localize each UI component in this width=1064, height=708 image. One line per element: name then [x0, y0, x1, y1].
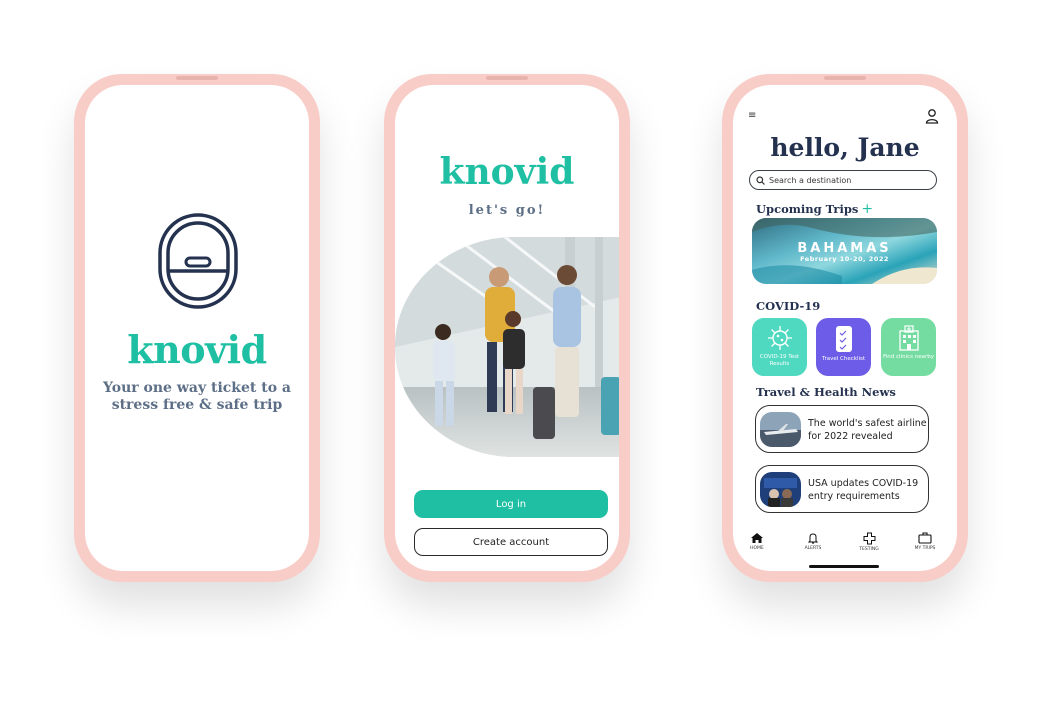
phone-splash: knovid Your one way ticket to a stress f… [74, 74, 320, 582]
splash-screen: knovid Your one way ticket to a stress f… [85, 85, 309, 571]
covid-section-title: COVID-19 [756, 299, 821, 313]
family-travel-illustration [395, 237, 619, 457]
tab-testing[interactable]: TESTING [853, 532, 885, 552]
create-account-button[interactable]: Create account [414, 528, 608, 556]
home-icon [751, 533, 763, 543]
news-section-title: Travel & Health News [756, 385, 896, 399]
upcoming-trips-header: Upcoming Trips + [756, 201, 873, 217]
phone-speaker [176, 76, 218, 80]
airport-photo [760, 472, 801, 507]
home-indicator[interactable] [809, 565, 879, 568]
welcome-subtitle: let's go! [468, 203, 546, 218]
airplane-window-icon [158, 213, 238, 309]
tile-label: Travel Checklist [821, 356, 866, 362]
travel-checklist-tile[interactable]: Travel Checklist [816, 318, 871, 376]
greeting-heading: hello, Jane [770, 133, 920, 162]
tile-label: Find clinics nearby [883, 354, 934, 360]
bottom-tab-bar: HOME ALERTS TESTING MY TRIPS [733, 529, 957, 569]
phone-welcome: knovid let's go! Log in Create account [384, 74, 630, 582]
tab-label: ALERTS [804, 546, 822, 551]
airplane-photo [760, 412, 801, 447]
tab-alerts[interactable]: ALERTS [797, 532, 829, 551]
search-input[interactable] [765, 175, 929, 185]
brand-logo-text: knovid [439, 151, 575, 193]
phone-home: ≡ hello, Jane Upcoming Trips+ BAHAMAS Fe… [722, 74, 968, 582]
tab-label: MY TRIPS [914, 546, 936, 551]
search-icon [756, 175, 765, 185]
user-profile-icon[interactable] [925, 108, 939, 124]
phone-speaker [824, 76, 866, 80]
login-button[interactable]: Log in [414, 490, 608, 518]
trip-dates: February 10-20, 2022 [800, 255, 889, 263]
tile-label: COVID-19 Test Results [759, 354, 800, 367]
medical-cross-icon [863, 532, 875, 545]
news-headline: USA updates COVID-19 entry requirements [808, 478, 919, 502]
home-screen: ≡ hello, Jane Upcoming Trips+ BAHAMAS Fe… [733, 85, 957, 571]
tab-label: HOME [750, 546, 764, 551]
tagline: Your one way ticket to a stress free & s… [103, 380, 291, 413]
search-bar[interactable] [749, 170, 937, 190]
phone-speaker [486, 76, 528, 80]
family-travel-photo [395, 237, 619, 457]
covid-tiles: COVID-19 Test Results Travel Checklist F… [752, 318, 942, 378]
brand-logo-text: knovid [127, 327, 267, 372]
airport-news-thumbnail [760, 472, 801, 507]
covid-test-results-tile[interactable]: COVID-19 Test Results [752, 318, 807, 376]
airplane-news-thumbnail [760, 412, 801, 447]
virus-icon [767, 326, 792, 350]
trip-destination: BAHAMAS [797, 241, 892, 256]
hamburger-menu-icon[interactable]: ≡ [748, 110, 756, 121]
tab-label: TESTING [859, 547, 879, 552]
suitcase-icon [918, 532, 932, 544]
news-card[interactable]: USA updates COVID-19 entry requirements [755, 465, 929, 513]
clinic-icon [898, 325, 919, 351]
checklist-icon [835, 326, 852, 352]
tab-home[interactable]: HOME [741, 532, 773, 551]
upcoming-trips-title: Upcoming Trips [756, 202, 859, 216]
welcome-screen: knovid let's go! Log in Create account [395, 85, 619, 571]
add-trip-button[interactable]: + [861, 201, 873, 217]
news-headline: The world's safest airline for 2022 reve… [808, 418, 927, 442]
find-clinics-tile[interactable]: Find clinics nearby [881, 318, 936, 376]
news-card[interactable]: The world's safest airline for 2022 reve… [755, 405, 929, 453]
tab-my-trips[interactable]: MY TRIPS [909, 532, 941, 551]
bell-icon [807, 533, 819, 544]
trip-card[interactable]: BAHAMAS February 10-20, 2022 [752, 218, 937, 284]
